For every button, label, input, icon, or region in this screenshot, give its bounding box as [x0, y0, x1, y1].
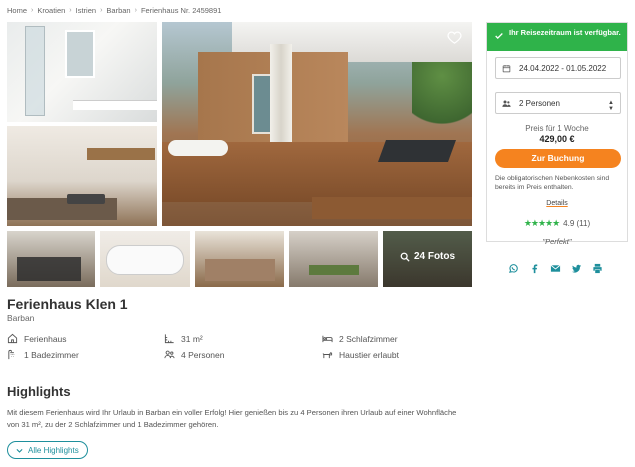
rating[interactable]: ★★★★★ 4.9 (11) [487, 218, 627, 229]
price-label: Preis für 1 Woche [525, 124, 589, 133]
calendar-icon [502, 64, 511, 72]
guests-select[interactable]: 2 Personen ▲ ▼ [495, 92, 621, 114]
fact-bathrooms: 1 Badezimmer [7, 349, 79, 360]
photo-main-exterior[interactable] [162, 22, 472, 226]
details-link[interactable]: Details [487, 200, 627, 207]
availability-banner: Ihr Reisezeitraum ist verfügbar. [487, 23, 627, 51]
availability-text: Ihr Reisezeitraum ist verfügbar. [509, 28, 621, 37]
breadcrumb-current: Ferienhaus Nr. 2459891 [140, 6, 222, 15]
chairs-shape [17, 257, 81, 281]
fact-pets: Haustier erlaubt [322, 349, 399, 360]
lounger-shape [377, 140, 457, 162]
check-icon [495, 33, 503, 39]
book-button[interactable]: Zur Buchung [495, 149, 621, 168]
thumbnail-bedroom[interactable] [195, 231, 284, 287]
date-range-value: 24.04.2022 - 01.05.2022 [519, 63, 607, 73]
photo-gallery: 24 Fotos [7, 22, 472, 287]
review-quote: "Perfekt" [542, 236, 572, 246]
shelf-shape [87, 148, 155, 160]
twitter-icon[interactable] [571, 263, 582, 274]
area-ruler-icon [164, 334, 174, 344]
listing-title: Ferienhaus Klen 1 [7, 296, 128, 312]
breadcrumb-country[interactable]: Kroatien [37, 6, 65, 15]
chevron-right-icon: › [100, 7, 103, 14]
chevron-right-icon: › [69, 7, 72, 14]
breadcrumb-home[interactable]: Home [7, 6, 27, 15]
more-photos-label: 24 Fotos [383, 251, 472, 262]
shower-shape [25, 26, 45, 116]
facebook-icon[interactable] [529, 263, 540, 274]
tub-shape [106, 245, 184, 275]
fact-persons-value: 4 Personen [181, 349, 225, 360]
shower-icon [8, 349, 15, 360]
booking-panel: Ihr Reisezeitraum ist verfügbar. 24.04.2… [486, 22, 628, 246]
bed-icon [322, 335, 333, 343]
table-shape [309, 265, 359, 275]
fact-bedrooms-value: 2 Schlafzimmer [339, 333, 398, 344]
fact-area: 31 m² [164, 333, 203, 344]
email-icon[interactable] [550, 263, 561, 274]
fact-pets-value: Haustier erlaubt [339, 349, 400, 360]
favorite-heart-icon[interactable] [446, 30, 462, 46]
step-shape [312, 197, 472, 219]
highlights-text: Mit diesem Ferienhaus wird Ihr Urlaub in… [7, 408, 457, 430]
select-caret-icon: ▲ ▼ [608, 100, 614, 112]
fact-type-value: Ferienhaus [24, 333, 67, 344]
chevron-down-icon [16, 448, 23, 453]
date-range-field[interactable]: 24.04.2022 - 01.05.2022 [495, 57, 621, 79]
all-highlights-button[interactable]: Alle Highlights [7, 441, 88, 459]
chevron-right-icon: › [31, 7, 34, 14]
facts-grid: Ferienhaus 31 m² 2 Schlafzimmer 1 Badezi… [7, 333, 467, 363]
people-icon [164, 350, 175, 359]
thumbnail-dining[interactable] [7, 231, 95, 287]
rating-value: 4.9 (11) [563, 218, 591, 228]
photo-bedroom[interactable] [7, 126, 157, 226]
breadcrumb-town[interactable]: Barban [106, 6, 130, 15]
fees-note: Die obligatorischen Nebenkosten sind ber… [495, 175, 610, 191]
fact-bathrooms-value: 1 Badezimmer [24, 349, 79, 360]
thumbnail-terrace[interactable] [289, 231, 378, 287]
photo-bathroom[interactable] [7, 22, 157, 122]
search-icon [400, 252, 410, 262]
fact-persons: 4 Personen [164, 349, 224, 360]
breadcrumb-region[interactable]: Istrien [76, 6, 96, 15]
whatsapp-icon[interactable] [508, 263, 519, 274]
mirror-shape [65, 30, 95, 78]
listing-location: Barban [7, 313, 35, 323]
sink-shape [73, 100, 157, 110]
star-rating-icon: ★★★★★ [523, 217, 560, 228]
price-value: 429,00 € [539, 134, 575, 144]
house-icon [7, 333, 18, 344]
breadcrumb: Home › Kroatien › Istrien › Barban › Fer… [7, 6, 221, 15]
chevron-right-icon: › [134, 7, 137, 14]
fact-type: Ferienhaus [7, 333, 67, 344]
pillow-shape [67, 194, 105, 204]
pet-icon [322, 352, 333, 359]
thumbnail-more-photos[interactable]: 24 Fotos [383, 231, 472, 287]
fact-bedrooms: 2 Schlafzimmer [322, 333, 398, 344]
fact-area-value: 31 m² [181, 333, 203, 344]
more-photos-text: 24 Fotos [413, 251, 456, 262]
thumbnail-bathtub[interactable] [100, 231, 190, 287]
guests-value: 2 Personen [519, 98, 560, 108]
bed-shape [205, 259, 275, 281]
all-highlights-label: Alle Highlights [28, 445, 79, 455]
share-bar [508, 263, 603, 274]
people-icon [502, 100, 511, 107]
bathtub-shape [168, 140, 228, 156]
print-icon[interactable] [592, 263, 603, 274]
thumbnail-strip: 24 Fotos [7, 231, 472, 287]
highlights-heading: Highlights [7, 384, 71, 399]
